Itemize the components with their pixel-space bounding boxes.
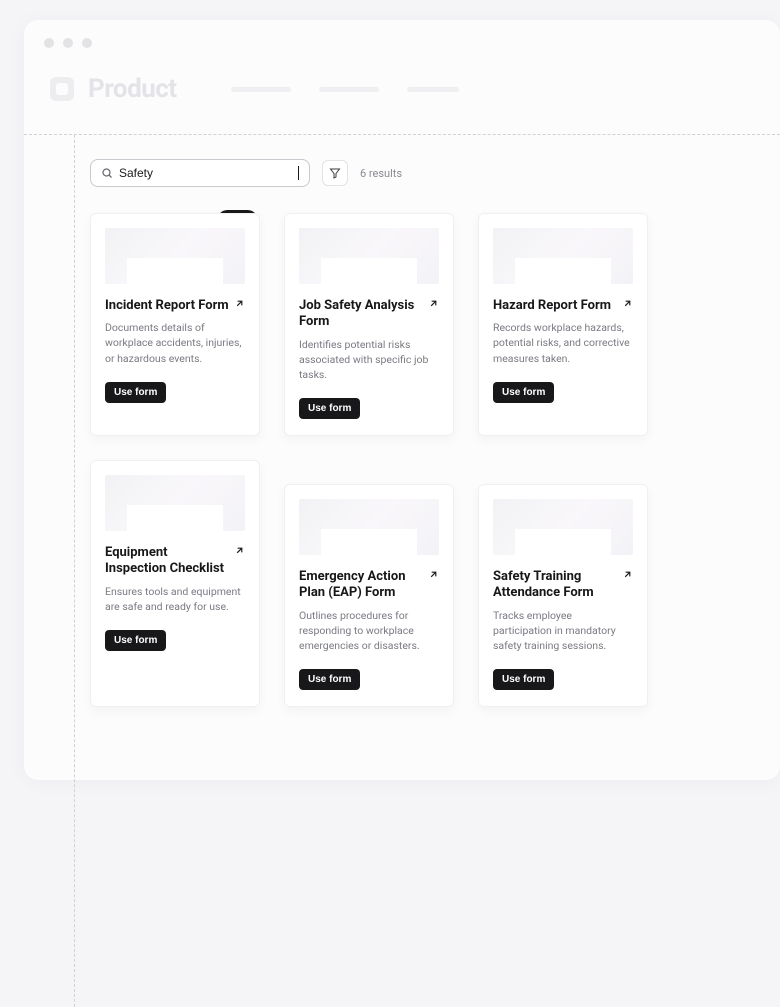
nav-item-placeholder[interactable] [407, 87, 459, 92]
open-external-icon[interactable] [428, 565, 439, 584]
form-card: Safety Training Attendance Form Tracks e… [478, 484, 648, 707]
use-form-button[interactable]: Use form [105, 382, 166, 403]
open-external-icon[interactable] [428, 294, 439, 313]
window-maximize-dot[interactable] [82, 38, 92, 48]
card-title: Incident Report Form [105, 298, 245, 314]
use-form-button[interactable]: Use form [105, 630, 166, 651]
window-close-dot[interactable] [44, 38, 54, 48]
form-card: Hazard Report Form Records workplace haz… [478, 213, 648, 436]
form-card: Job Safety Analysis Form Identifies pote… [284, 213, 454, 436]
card-title: Equipment Inspection Checklist [105, 545, 245, 578]
cards-grid: Incident Report Form Documents details o… [24, 205, 780, 707]
card-thumbnail [299, 499, 439, 555]
card-description: Documents details of workplace accidents… [105, 320, 245, 366]
card-title: Job Safety Analysis Form [299, 298, 439, 331]
text-cursor [298, 166, 299, 180]
card-description: Outlines procedures for responding to wo… [299, 608, 439, 654]
form-card: Incident Report Form Documents details o… [90, 213, 260, 436]
card-description: Ensures tools and equipment are safe and… [105, 584, 245, 614]
nav-item-placeholder[interactable] [319, 87, 379, 92]
card-thumbnail [493, 499, 633, 555]
open-external-icon[interactable] [234, 541, 245, 560]
use-form-button[interactable]: Use form [493, 382, 554, 403]
card-description: Tracks employee participation in mandato… [493, 608, 633, 654]
card-description: Identifies potential risks associated wi… [299, 337, 439, 383]
card-description: Records workplace hazards, potential ris… [493, 320, 633, 366]
nav-item-placeholder[interactable] [231, 87, 291, 92]
open-external-icon[interactable] [622, 565, 633, 584]
nav-placeholder [231, 87, 459, 92]
form-card: Equipment Inspection Checklist Ensures t… [90, 460, 260, 707]
use-form-button[interactable]: Use form [299, 398, 360, 419]
filter-button[interactable] [322, 160, 348, 186]
open-external-icon[interactable] [234, 294, 245, 313]
card-thumbnail [105, 475, 245, 531]
search-icon [101, 167, 113, 179]
card-title: Safety Training Attendance Form [493, 569, 633, 602]
open-external-icon[interactable] [622, 294, 633, 313]
guideline-vertical [74, 135, 75, 1007]
card-thumbnail [105, 228, 245, 284]
brand-logo [50, 77, 74, 101]
use-form-button[interactable]: Use form [493, 669, 554, 690]
form-card: Emergency Action Plan (EAP) Form Outline… [284, 484, 454, 707]
search-toolbar: Erin 6 results [24, 135, 780, 205]
results-count: 6 results [360, 167, 402, 180]
app-window: Product Erin 6 results [24, 20, 780, 780]
card-thumbnail [493, 228, 633, 284]
filter-icon [329, 167, 341, 179]
brand-title: Product [88, 74, 177, 104]
search-input[interactable] [119, 166, 297, 180]
card-title: Emergency Action Plan (EAP) Form [299, 569, 439, 602]
use-form-button[interactable]: Use form [299, 669, 360, 690]
search-field-wrap[interactable]: Erin [90, 159, 310, 187]
window-minimize-dot[interactable] [63, 38, 73, 48]
window-titlebar [24, 20, 780, 56]
card-thumbnail [299, 228, 439, 284]
app-header: Product [24, 56, 780, 134]
content-area: Erin 6 results Incident Report Form Docu… [24, 134, 780, 707]
card-title: Hazard Report Form [493, 298, 633, 314]
